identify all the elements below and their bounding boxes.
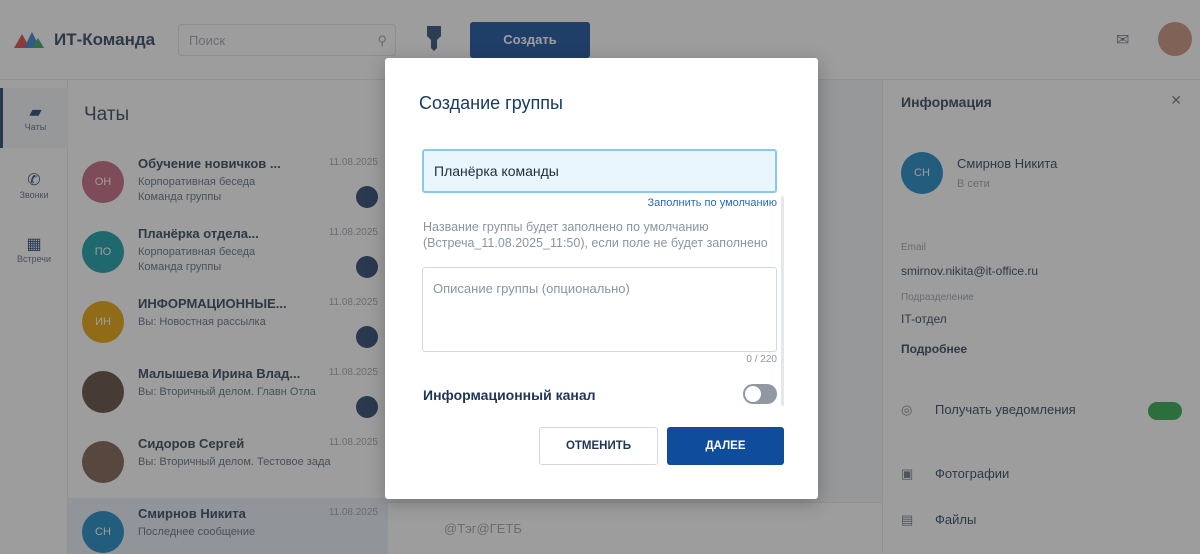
group-name-input[interactable] <box>422 149 777 193</box>
group-description-input[interactable] <box>422 267 777 352</box>
next-button[interactable]: ДАЛЕЕ <box>667 427 784 465</box>
description-counter: 0 / 220 <box>746 354 777 365</box>
cancel-button[interactable]: ОТМЕНИТЬ <box>539 427 658 465</box>
info-channel-toggle[interactable] <box>743 384 777 404</box>
info-channel-label: Информационный канал <box>423 387 596 403</box>
dialog-title: Создание группы <box>419 93 563 113</box>
group-name-hint: Название группы будет заполнено по умолч… <box>423 220 768 250</box>
toggle-knob <box>745 386 761 402</box>
create-group-dialog: Создание группы Заполнить по умолчанию Н… <box>385 58 818 499</box>
fill-default-link[interactable]: Заполнить по умолчанию <box>648 197 778 209</box>
dialog-scrollbar[interactable] <box>781 196 784 406</box>
